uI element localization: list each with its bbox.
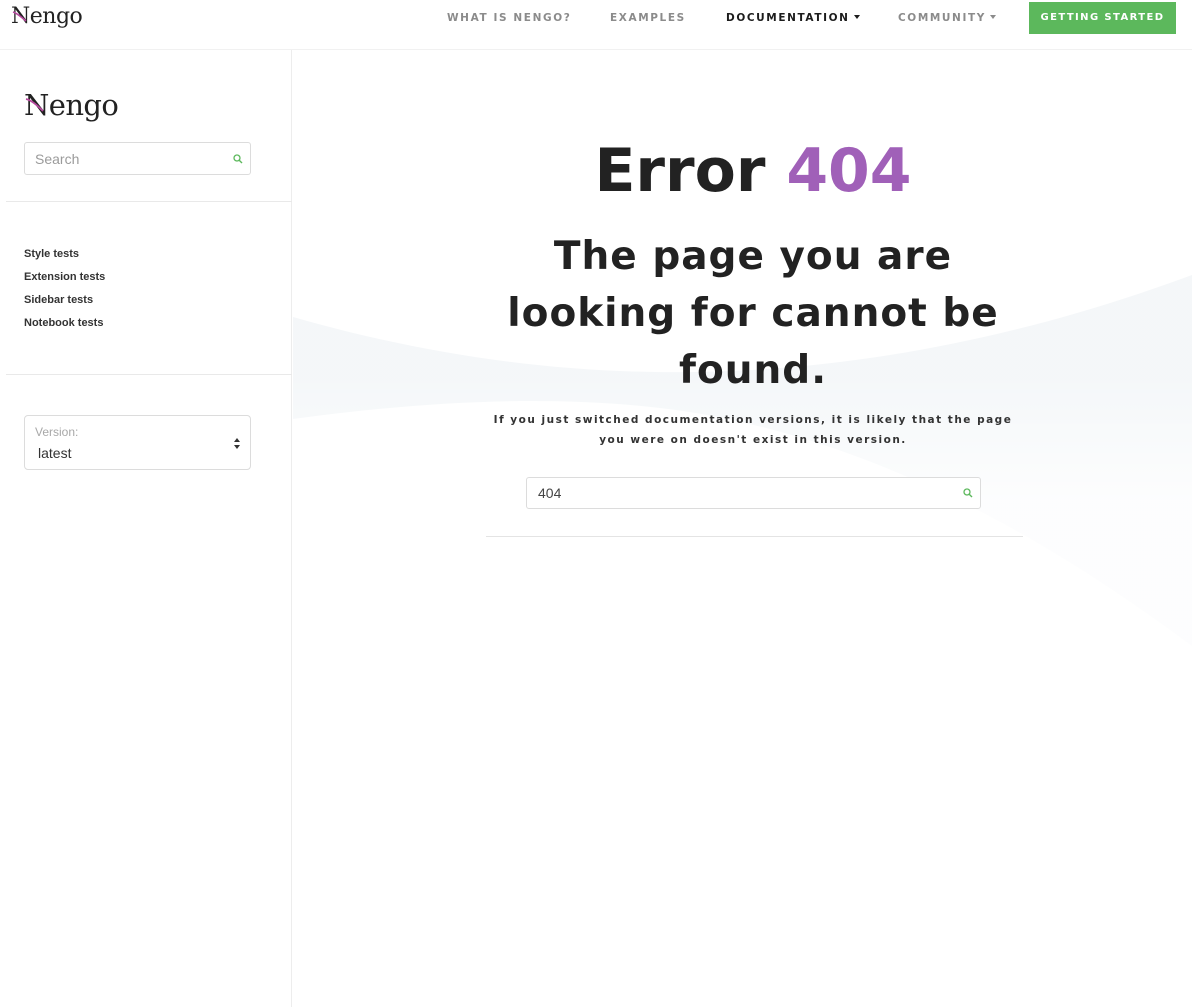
error-code: 404 bbox=[786, 136, 912, 206]
nav-community-label: COMMUNITY bbox=[898, 12, 986, 24]
sidebar-logo-mark: Nengo bbox=[24, 88, 119, 122]
error-title: Error 404 bbox=[293, 136, 1192, 206]
search-icon[interactable] bbox=[963, 488, 973, 498]
select-arrows-icon bbox=[234, 438, 240, 449]
nav-what-is-nengo[interactable]: WHAT IS NENGO? bbox=[447, 12, 571, 24]
sidebar-logo[interactable]: Nengo bbox=[24, 88, 119, 122]
sidebar-divider bbox=[6, 201, 292, 202]
nav-documentation[interactable]: DOCUMENTATION bbox=[726, 12, 860, 24]
sidebar-item-sidebar-tests[interactable]: Sidebar tests bbox=[24, 293, 105, 316]
search-icon[interactable] bbox=[233, 154, 243, 164]
main-search-input[interactable] bbox=[527, 478, 947, 508]
brand-logo-link[interactable]: Nengo bbox=[11, 4, 83, 29]
sidebar-menu: Style tests Extension tests Sidebar test… bbox=[24, 247, 105, 339]
brand-text: Nengo bbox=[11, 4, 83, 29]
error-heading: The page you are looking for cannot be f… bbox=[507, 234, 999, 393]
version-select[interactable]: Version: latest bbox=[24, 415, 251, 470]
main-divider bbox=[486, 536, 1023, 537]
nav-examples[interactable]: EXAMPLES bbox=[610, 12, 686, 24]
sidebar-divider bbox=[6, 374, 292, 375]
main-content: Error 404 The page you are looking for c… bbox=[293, 50, 1192, 1007]
nav-community[interactable]: COMMUNITY bbox=[898, 12, 996, 24]
version-label: Version: bbox=[35, 425, 79, 439]
sidebar-item-extension-tests[interactable]: Extension tests bbox=[24, 270, 105, 293]
sidebar-search-input[interactable] bbox=[25, 143, 225, 174]
nengo-logo: Nengo bbox=[11, 4, 83, 29]
chevron-down-icon bbox=[989, 15, 996, 19]
sidebar-logo-text: Nengo bbox=[24, 88, 119, 122]
nav-documentation-label: DOCUMENTATION bbox=[726, 12, 850, 24]
error-note: If you just switched documentation versi… bbox=[493, 414, 1013, 446]
sidebar-search bbox=[24, 142, 251, 175]
getting-started-button[interactable]: GETTING STARTED bbox=[1029, 2, 1176, 34]
error-word: Error bbox=[594, 136, 766, 206]
chevron-down-icon bbox=[853, 15, 860, 19]
top-navbar: Nengo WHAT IS NENGO? EXAMPLES DOCUMENTAT… bbox=[0, 0, 1192, 50]
sidebar-item-notebook-tests[interactable]: Notebook tests bbox=[24, 316, 105, 339]
main-search bbox=[526, 477, 981, 509]
version-value: latest bbox=[38, 445, 72, 461]
sidebar: Nengo Style tests Extension tests Sideba… bbox=[0, 50, 292, 1007]
sidebar-item-style-tests[interactable]: Style tests bbox=[24, 247, 105, 270]
